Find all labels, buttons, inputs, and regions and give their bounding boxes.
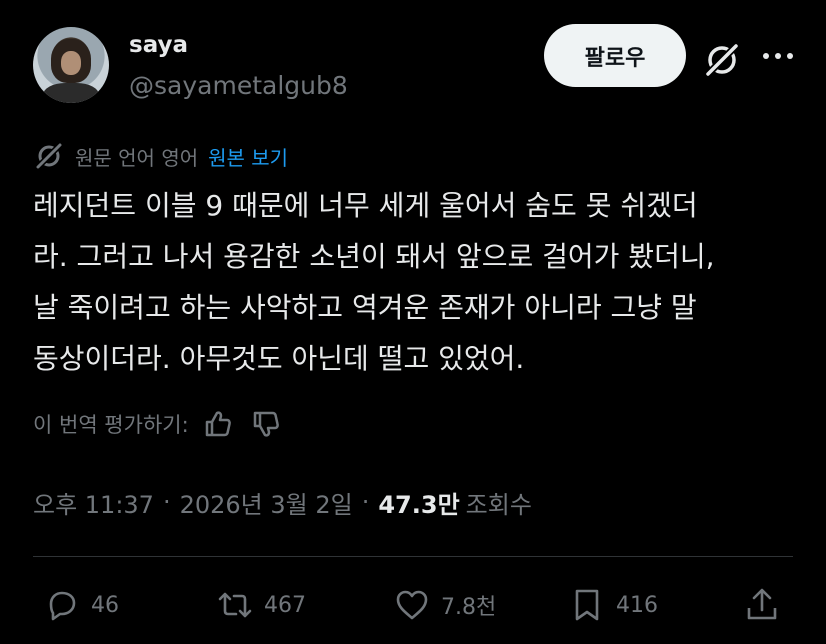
rate-translation: 이 번역 평가하기: <box>33 406 297 442</box>
more-dot <box>763 53 769 59</box>
avatar-face <box>61 51 81 75</box>
heart-icon <box>396 590 428 620</box>
views-label: 조회수 <box>465 490 532 519</box>
avatar[interactable] <box>33 27 109 103</box>
follow-button[interactable]: 팔로우 <box>544 24 686 87</box>
views-count: 47.3만 <box>378 490 460 519</box>
repost-icon <box>218 592 252 618</box>
repost-button[interactable]: 467 <box>216 582 306 628</box>
reply-button[interactable]: 46 <box>43 582 119 628</box>
bookmark-count: 416 <box>616 592 658 618</box>
grok-icon[interactable] <box>702 40 742 80</box>
translate-icon <box>36 143 62 169</box>
thumbs-down-icon[interactable] <box>249 407 283 441</box>
bookmark-button[interactable]: 416 <box>568 582 658 628</box>
thumbs-up-icon[interactable] <box>201 407 235 441</box>
repost-count: 467 <box>264 592 306 618</box>
show-original-link[interactable]: 원본 보기 <box>208 142 288 171</box>
reply-count: 46 <box>91 592 119 618</box>
more-dot <box>787 53 793 59</box>
avatar-body <box>43 83 99 103</box>
translation-notice: 원문 언어 영어 원본 보기 <box>33 140 288 172</box>
share-icon <box>747 588 777 620</box>
like-button[interactable]: 7.8천 <box>393 582 496 628</box>
author-name[interactable]: saya <box>129 32 188 58</box>
tweet-text: 레지던트 이블 9 때문에 너무 세게 울어서 숨도 못 쉬겠더 라. 그러고 … <box>33 189 715 375</box>
bookmark-icon <box>575 589 599 621</box>
author-handle[interactable]: @sayametalgub8 <box>129 71 348 100</box>
action-bar: 46 467 7.8천 416 <box>33 582 793 628</box>
more-options-icon[interactable] <box>763 44 793 68</box>
rate-translation-label: 이 번역 평가하기: <box>33 413 189 437</box>
tweet-meta: 오후 11:37 · 2026년 3월 2일 · 47.3만 조회수 <box>33 482 532 522</box>
tweet-date[interactable]: 2026년 3월 2일 <box>180 485 353 520</box>
meta-separator: · <box>361 488 370 516</box>
share-button[interactable] <box>743 582 781 628</box>
tweet-time[interactable]: 오후 11:37 <box>33 485 154 520</box>
translation-notice-text: 원문 언어 영어 <box>75 145 199 170</box>
meta-separator: · <box>162 488 171 516</box>
more-dot <box>775 53 781 59</box>
like-count: 7.8천 <box>441 595 497 620</box>
divider <box>33 556 793 557</box>
reply-icon <box>49 591 76 621</box>
